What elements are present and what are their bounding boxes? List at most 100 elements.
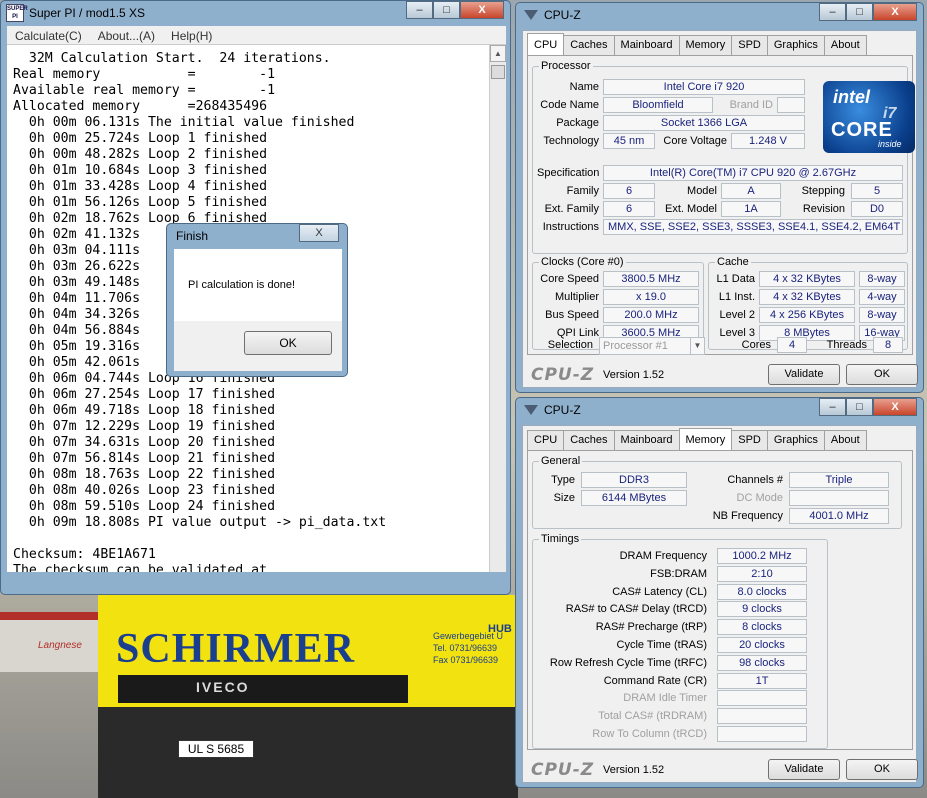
output-line: The checksum can be validated at xyxy=(13,563,268,572)
dc-mode-value xyxy=(789,490,889,506)
timing-value xyxy=(717,726,807,742)
cores-label: Cores xyxy=(741,339,771,351)
maximize-button[interactable]: □ xyxy=(846,398,873,416)
close-button[interactable]: X xyxy=(460,1,504,19)
tab-spd[interactable]: SPD xyxy=(731,35,768,55)
minimize-button[interactable]: – xyxy=(819,398,846,416)
timing-label: Cycle Time (tRAS) xyxy=(616,639,707,651)
output-line: 0h 07m 34.631s Loop 20 finished xyxy=(13,435,276,450)
cpuz-cpu-titlebar[interactable]: CPU-Z – □ X xyxy=(516,3,923,27)
model-value: A xyxy=(721,183,781,199)
finish-dialog: Finish X PI calculation is done! OK xyxy=(166,223,348,377)
tab-mainboard[interactable]: Mainboard xyxy=(613,35,680,55)
ext-model-value: 1A xyxy=(721,201,781,217)
cpuz-tabs: CPU Caches Mainboard Memory SPD Graphics… xyxy=(527,428,867,450)
cpuz-memory-body: CPU Caches Mainboard Memory SPD Graphics… xyxy=(522,425,918,783)
name-label: Name xyxy=(569,81,599,93)
specification-label: Specification xyxy=(537,167,600,179)
timing-value xyxy=(717,690,807,707)
tab-about[interactable]: About xyxy=(823,430,867,450)
ext-family-value: 6 xyxy=(603,201,655,217)
cpuz-cpu-body: CPU Caches Mainboard Memory SPD Graphics… xyxy=(522,30,918,389)
output-line: 0h 00m 25.724s Loop 1 finished xyxy=(13,131,268,146)
output-line: 0h 08m 59.510s Loop 24 finished xyxy=(13,499,276,514)
multiplier-value: x 19.0 xyxy=(603,289,699,305)
minimize-button[interactable]: – xyxy=(406,1,433,19)
level2-way: 8-way xyxy=(859,307,905,323)
cpu-name-value: Intel Core i7 920 xyxy=(603,79,805,95)
multiplier-label: Multiplier xyxy=(554,291,599,303)
timing-label: DRAM Frequency xyxy=(619,550,707,562)
tab-caches[interactable]: Caches xyxy=(563,35,615,55)
technology-label: Technology xyxy=(543,135,599,147)
tab-mainboard[interactable]: Mainboard xyxy=(613,430,680,450)
cpuz-memory-titlebar[interactable]: CPU-Z – □ X xyxy=(516,398,923,422)
tab-graphics[interactable]: Graphics xyxy=(766,35,825,55)
tab-memory[interactable]: Memory xyxy=(678,35,733,55)
cpuz-tabs: CPU Caches Mainboard Memory SPD Graphics… xyxy=(527,33,867,55)
ext-model-label: Ext. Model xyxy=(665,203,717,215)
finish-titlebar[interactable]: Finish X xyxy=(167,224,347,248)
timings-group: Timings DRAM Frequency 1000.2 MHz FSB:DRAM… xyxy=(532,533,828,749)
menu-help[interactable]: Help(H) xyxy=(163,26,220,44)
superpi-titlebar[interactable]: SUPER PI Super PI / mod1.5 XS – □ X xyxy=(1,1,510,25)
stepping-label: Stepping xyxy=(801,185,845,197)
superpi-menubar: Calculate(C) About...(A) Help(H) xyxy=(7,26,506,45)
tab-graphics[interactable]: Graphics xyxy=(766,430,825,450)
processor-select-value: Processor #1 xyxy=(603,340,668,352)
finish-close-button[interactable]: X xyxy=(299,224,339,242)
tab-caches[interactable]: Caches xyxy=(563,430,615,450)
size-label: Size xyxy=(553,492,575,504)
timing-label: CAS# Latency (CL) xyxy=(612,585,707,598)
timing-value: 20 clocks xyxy=(717,637,807,653)
scroll-up-icon[interactable]: ▲ xyxy=(490,45,506,62)
finish-button-bar: OK xyxy=(174,321,342,371)
shop-sign: Langnese xyxy=(0,612,100,672)
memory-panel: General Type DDR3 Size 6144 MBytes Chann… xyxy=(527,450,913,750)
finish-ok-button[interactable]: OK xyxy=(244,331,332,355)
cpuz-version: Version 1.52 xyxy=(603,764,665,776)
ok-button[interactable]: OK xyxy=(846,364,918,385)
tab-memory[interactable]: Memory xyxy=(678,428,733,450)
timings-group-title: Timings xyxy=(539,533,582,545)
general-group-title: General xyxy=(539,455,583,467)
tab-cpu[interactable]: CPU xyxy=(527,430,565,450)
tab-about[interactable]: About xyxy=(823,35,867,55)
menu-about[interactable]: About...(A) xyxy=(90,26,163,44)
scroll-thumb[interactable] xyxy=(491,65,505,79)
output-line: 0h 07m 56.814s Loop 21 finished xyxy=(13,451,276,466)
ext-family-label: Ext. Family xyxy=(544,203,599,215)
output-line: 0h 07m 12.229s Loop 19 finished xyxy=(13,419,276,434)
nb-frequency-value: 4001.0 MHz xyxy=(789,508,889,524)
truck-name: SCHIRMER xyxy=(116,626,356,672)
timing-value xyxy=(717,708,807,725)
tab-cpu[interactable]: CPU xyxy=(527,33,565,55)
timing-label: Command Rate (CR) xyxy=(603,674,707,687)
minimize-button[interactable]: – xyxy=(819,3,846,21)
vertical-scrollbar[interactable]: ▲ xyxy=(489,45,506,572)
processor-group: Processor Name Intel Core i7 920 Code Na… xyxy=(532,60,915,254)
chevron-down-icon[interactable]: ▼ xyxy=(690,338,704,354)
cpuz-cpu-footer: CPU-Z Version 1.52 Validate OK xyxy=(523,361,918,389)
close-button[interactable]: X xyxy=(873,3,917,21)
maximize-button[interactable]: □ xyxy=(846,3,873,21)
family-label: Family xyxy=(566,185,599,197)
validate-button[interactable]: Validate xyxy=(768,364,840,385)
l1-inst-label: L1 Inst. xyxy=(718,291,755,303)
validate-button[interactable]: Validate xyxy=(768,759,840,780)
timing-value: 98 clocks xyxy=(717,654,807,671)
close-button[interactable]: X xyxy=(873,398,917,416)
maximize-button[interactable]: □ xyxy=(433,1,460,19)
ok-button[interactable]: OK xyxy=(846,759,918,780)
clocks-group-title: Clocks (Core #0) xyxy=(539,256,626,268)
tab-spd[interactable]: SPD xyxy=(731,430,768,450)
processor-select[interactable]: Processor #1 ▼ xyxy=(599,337,705,355)
brand-id-value xyxy=(777,97,805,113)
specification-value: Intel(R) Core(TM) i7 CPU 920 @ 2.67GHz xyxy=(603,165,903,181)
truck-grille xyxy=(118,675,408,703)
cpuz-app-icon xyxy=(524,405,538,415)
output-line: Available real memory = -1 xyxy=(13,83,276,98)
code-name-label: Code Name xyxy=(540,99,599,111)
menu-calculate[interactable]: Calculate(C) xyxy=(7,26,90,44)
